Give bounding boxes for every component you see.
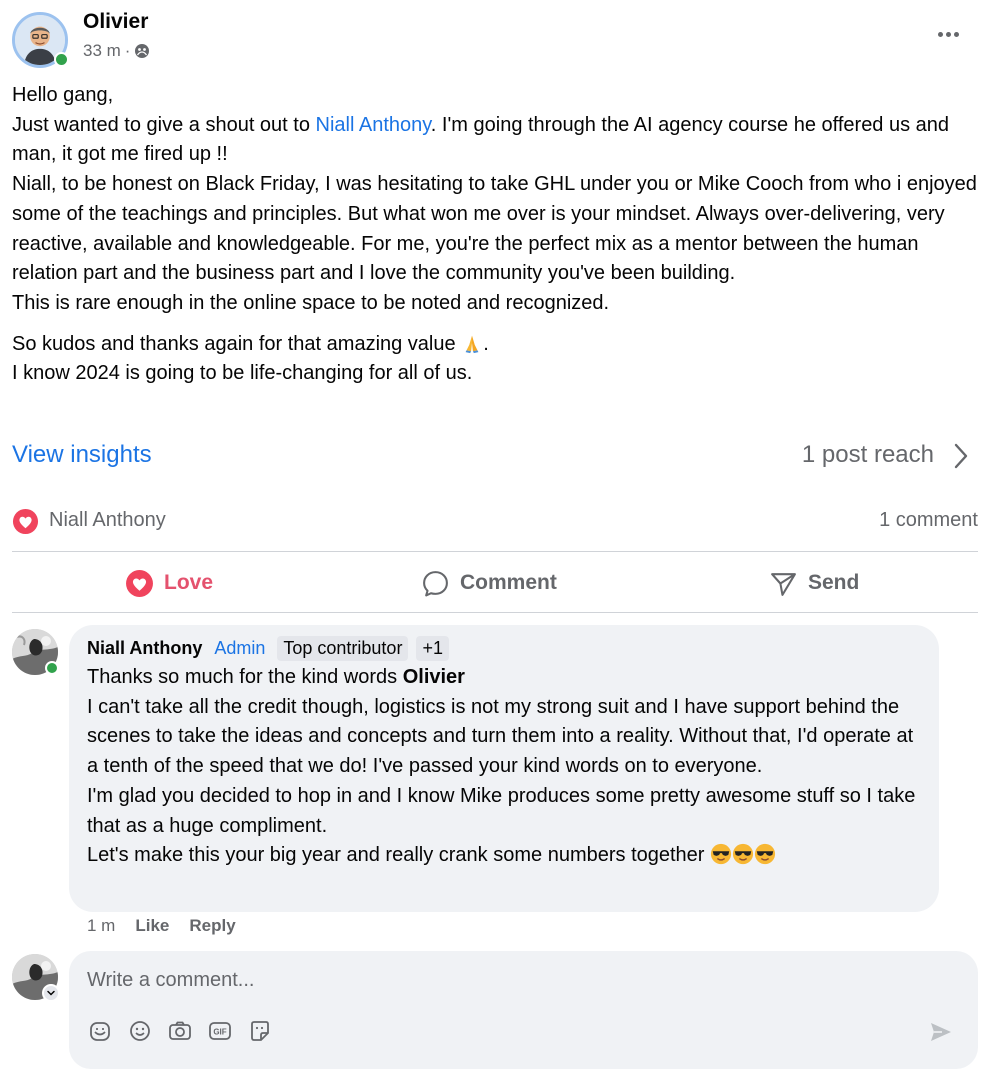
svg-text:GIF: GIF xyxy=(213,1028,226,1037)
more-options-icon[interactable] xyxy=(930,22,966,46)
commenter-name[interactable]: Niall Anthony xyxy=(87,638,202,659)
reaction-summary: Niall Anthony 1 comment xyxy=(12,506,978,536)
online-status-indicator xyxy=(45,661,59,675)
send-arrow-icon[interactable] xyxy=(928,1019,954,1045)
comment-label: Comment xyxy=(460,571,557,594)
comment-line: Let's make this your big year and really… xyxy=(87,841,927,871)
sunglasses-emoji xyxy=(710,844,732,865)
comment-bubble: Niall Anthony Admin Top contributor +1 T… xyxy=(69,625,939,912)
divider xyxy=(12,551,978,552)
post-text: Just wanted to give a shout out to xyxy=(12,113,316,136)
view-insights-link[interactable]: View insights xyxy=(12,441,152,469)
post-reach-count[interactable]: 1 post reach xyxy=(802,441,934,469)
post-body: Hello gang, Just wanted to give a shout … xyxy=(12,81,978,389)
comment-meta: 1 m Like Reply xyxy=(87,916,236,936)
comment-text-part: Thanks so much for the kind words xyxy=(87,666,403,688)
camera-glyph xyxy=(169,1021,191,1040)
comment-line: Thanks so much for the kind words Olivie… xyxy=(87,663,927,693)
tagged-name: Olivier xyxy=(402,666,465,688)
composer-toolbar: GIF xyxy=(87,1018,273,1044)
paper-plane-icon xyxy=(771,572,796,596)
speech-bubble-icon xyxy=(423,570,448,596)
love-label: Love xyxy=(164,571,214,594)
sticker-glyph xyxy=(90,1022,110,1041)
comment-text: Thanks so much for the kind words Olivie… xyxy=(87,663,927,871)
folded-hands-emoji xyxy=(465,335,479,353)
reactor-name[interactable]: Niall Anthony xyxy=(49,509,166,532)
comment-like-button[interactable]: Like xyxy=(135,916,169,936)
comment-paragraph: I can't take all the credit though, logi… xyxy=(87,695,914,778)
meta-separator: · xyxy=(124,41,131,60)
sunglasses-emoji xyxy=(732,844,754,865)
post-line: I know 2024 is going to be life-changing… xyxy=(12,362,473,385)
dot xyxy=(945,31,951,37)
gif-glyph: GIF xyxy=(209,1022,231,1040)
group-audience-icon xyxy=(135,44,150,58)
comment-composer: GIF xyxy=(69,951,978,1069)
action-bar: Love Comment Send xyxy=(12,555,978,609)
more-badges-count[interactable]: +1 xyxy=(416,635,449,661)
send-label: Send xyxy=(808,571,860,594)
top-contributor-badge[interactable]: Top contributor xyxy=(277,635,409,661)
post-meta: 33 m · xyxy=(83,41,150,61)
send-arrow-glyph xyxy=(931,1023,951,1041)
avatar-sticker-icon[interactable] xyxy=(247,1018,273,1044)
comment-header: Niall Anthony Admin Top contributor +1 xyxy=(87,634,449,662)
post-time[interactable]: 33 m xyxy=(83,41,121,61)
divider xyxy=(12,612,978,613)
smiley-glyph xyxy=(130,1021,150,1041)
comment-paragraph: I'm glad you decided to hop in and I kno… xyxy=(87,784,916,837)
avatar-sticker-glyph xyxy=(251,1021,269,1041)
dot xyxy=(937,31,943,37)
comment-text-part: Let's make this your big year and really… xyxy=(87,844,711,867)
heart-icon xyxy=(126,569,153,597)
dot xyxy=(953,31,959,37)
love-reaction-icon[interactable] xyxy=(12,508,39,535)
post-header: Olivier 33 m · xyxy=(12,8,974,68)
sunglasses-emoji xyxy=(754,844,776,865)
post-text: So kudos and thanks again for that amazi… xyxy=(12,332,462,355)
chevron-right-icon[interactable] xyxy=(950,440,972,472)
emoji-icon[interactable] xyxy=(127,1018,153,1044)
chevron-down-glyph xyxy=(47,990,55,996)
comment-reply-button[interactable]: Reply xyxy=(189,916,235,936)
insights-row: View insights 1 post reach xyxy=(12,438,974,474)
camera-icon[interactable] xyxy=(167,1018,193,1044)
send-button[interactable]: Send xyxy=(769,565,859,601)
comment-time[interactable]: 1 m xyxy=(87,916,115,936)
post-line: Just wanted to give a shout out to Niall… xyxy=(12,111,978,170)
post-text: . xyxy=(483,332,489,355)
post-author-name[interactable]: Olivier xyxy=(83,10,148,34)
chevron-down-icon[interactable] xyxy=(42,984,60,1002)
post-card: Olivier 33 m · Hello gang, Just wanted t… xyxy=(0,0,986,1071)
comment-button[interactable]: Comment xyxy=(421,565,557,601)
comment-input[interactable] xyxy=(87,965,947,995)
post-paragraph: Niall, to be honest on Black Friday, I w… xyxy=(12,173,977,285)
comment-count[interactable]: 1 comment xyxy=(879,509,978,532)
post-line: So kudos and thanks again for that amazi… xyxy=(12,330,978,360)
admin-badge: Admin xyxy=(214,637,266,658)
love-button[interactable]: Love xyxy=(125,565,213,601)
mention-link[interactable]: Niall Anthony xyxy=(316,114,431,136)
post-line: Hello gang, xyxy=(12,84,114,106)
gif-icon[interactable]: GIF xyxy=(207,1018,233,1044)
post-paragraph: This is rare enough in the online space … xyxy=(12,291,610,314)
sticker-icon[interactable] xyxy=(87,1018,113,1044)
online-status-indicator xyxy=(54,52,69,67)
